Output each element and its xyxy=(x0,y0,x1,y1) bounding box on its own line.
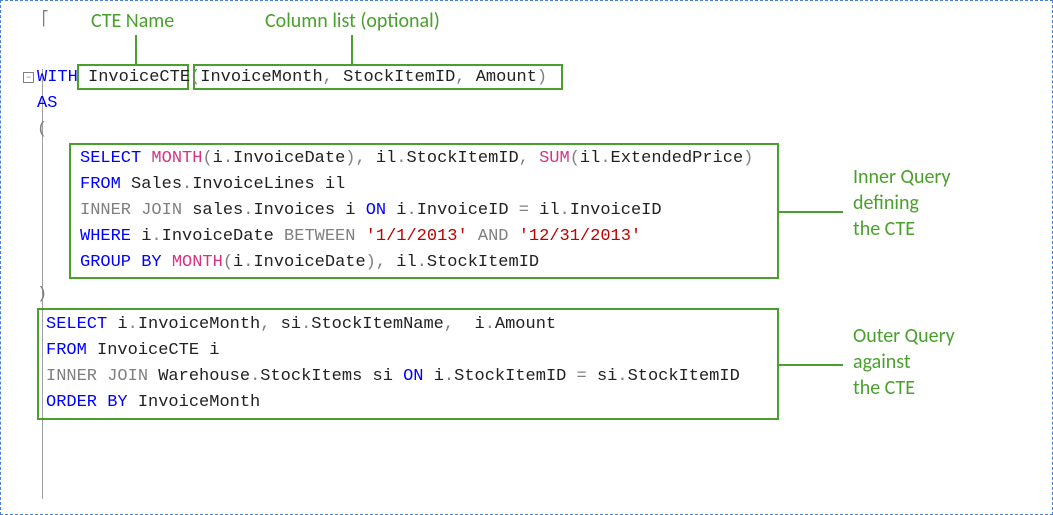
code-line-5: FROM Sales.InvoiceLines il xyxy=(80,173,345,197)
code-line-10: SELECT i.InvoiceMonth, si.StockItemName,… xyxy=(46,313,556,337)
connector-inner-query xyxy=(779,211,843,213)
code-line-12: INNER JOIN Warehouse.StockItems si ON i.… xyxy=(46,365,740,389)
code-line-4: SELECT MONTH(i.InvoiceDate), il.StockIte… xyxy=(80,147,753,171)
annotation-column-list: Column list (optional) xyxy=(265,9,440,33)
fold-minus-icon[interactable]: − xyxy=(23,72,34,83)
diagram-frame: CTE Name Column list (optional) − ⎡ WITH… xyxy=(0,0,1053,515)
id-invoicecte: InvoiceCTE xyxy=(88,68,190,87)
annotation-outer-line3: the CTE xyxy=(853,375,955,401)
annotation-inner-line1: Inner Query xyxy=(853,164,951,190)
code-line-7: WHERE i.InvoiceDate BETWEEN '1/1/2013' A… xyxy=(80,225,641,249)
code-line-11: FROM InvoiceCTE i xyxy=(46,339,219,363)
code-line-3: ( xyxy=(37,118,47,142)
annotation-cte-name: CTE Name xyxy=(91,9,174,33)
code-line-8: GROUP BY MONTH(i.InvoiceDate), il.StockI… xyxy=(80,251,539,275)
code-line-9: ) xyxy=(37,283,47,307)
annotation-outer-query: Outer Query against the CTE xyxy=(853,323,955,401)
connector-column-list xyxy=(351,35,353,64)
kw-with: WITH xyxy=(37,68,78,87)
annotation-outer-line1: Outer Query xyxy=(853,323,955,349)
code-line-6: INNER JOIN sales.Invoices i ON i.Invoice… xyxy=(80,199,662,223)
annotation-outer-line2: against xyxy=(853,349,955,375)
connector-cte-name xyxy=(135,35,137,64)
code-line-13: ORDER BY InvoiceMonth xyxy=(46,391,260,415)
code-line-1: WITH InvoiceCTE(InvoiceMonth, StockItemI… xyxy=(37,66,547,90)
annotation-inner-line3: the CTE xyxy=(853,216,951,242)
connector-outer-query xyxy=(779,364,843,366)
bracket-top: ⎡ xyxy=(41,11,49,28)
kw-as: AS xyxy=(37,94,57,113)
annotation-inner-line2: defining xyxy=(853,190,951,216)
annotation-inner-query: Inner Query defining the CTE xyxy=(853,164,951,242)
code-line-2: AS xyxy=(37,92,57,116)
